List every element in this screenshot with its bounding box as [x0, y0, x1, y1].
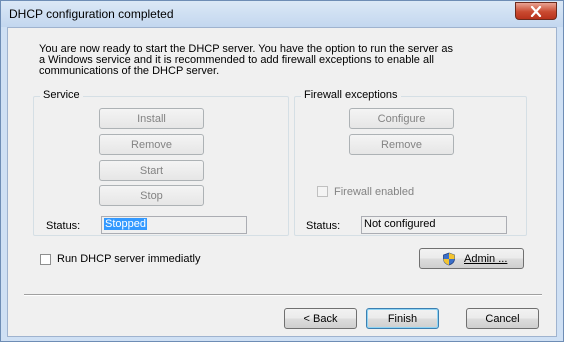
firewall-remove-button[interactable]: Remove — [349, 134, 454, 155]
admin-button[interactable]: Admin ... — [419, 248, 524, 269]
service-group-legend: Service — [40, 89, 83, 101]
shield-icon — [443, 252, 455, 265]
dialog-client-area: You are now ready to start the DHCP serv… — [7, 27, 557, 337]
title-bar[interactable]: DHCP configuration completed — [1, 1, 563, 27]
dialog-window: DHCP configuration completed You are now… — [0, 0, 564, 342]
intro-text: You are now ready to start the DHCP serv… — [39, 44, 519, 77]
admin-button-label: Admin ... — [464, 252, 508, 265]
intro-line-3: communications of the DHCP server. — [39, 65, 220, 77]
run-immediately-checkbox[interactable] — [40, 254, 51, 265]
firewall-enabled-checkbox[interactable] — [317, 186, 328, 197]
service-status-label: Status: — [46, 220, 81, 232]
stop-button[interactable]: Stop — [99, 185, 204, 206]
service-status-field: Stopped — [101, 216, 247, 234]
finish-button[interactable]: Finish — [366, 308, 439, 329]
service-status-value[interactable]: Stopped — [104, 218, 147, 230]
install-button[interactable]: Install — [99, 108, 204, 129]
close-button[interactable] — [515, 2, 557, 20]
cancel-button[interactable]: Cancel — [466, 308, 539, 329]
configure-button[interactable]: Configure — [349, 108, 454, 129]
run-immediately-label: Run DHCP server immediatly — [57, 253, 201, 265]
firewall-enabled-label: Firewall enabled — [334, 186, 415, 198]
back-button[interactable]: < Back — [284, 308, 357, 329]
service-remove-button[interactable]: Remove — [99, 134, 204, 155]
start-button[interactable]: Start — [99, 160, 204, 181]
footer-separator — [24, 294, 542, 296]
window-title: DHCP configuration completed — [9, 7, 174, 21]
firewall-status-field: Not configured — [361, 216, 507, 234]
firewall-group-legend: Firewall exceptions — [301, 89, 401, 101]
firewall-status-label: Status: — [306, 220, 341, 232]
close-icon — [530, 5, 542, 17]
